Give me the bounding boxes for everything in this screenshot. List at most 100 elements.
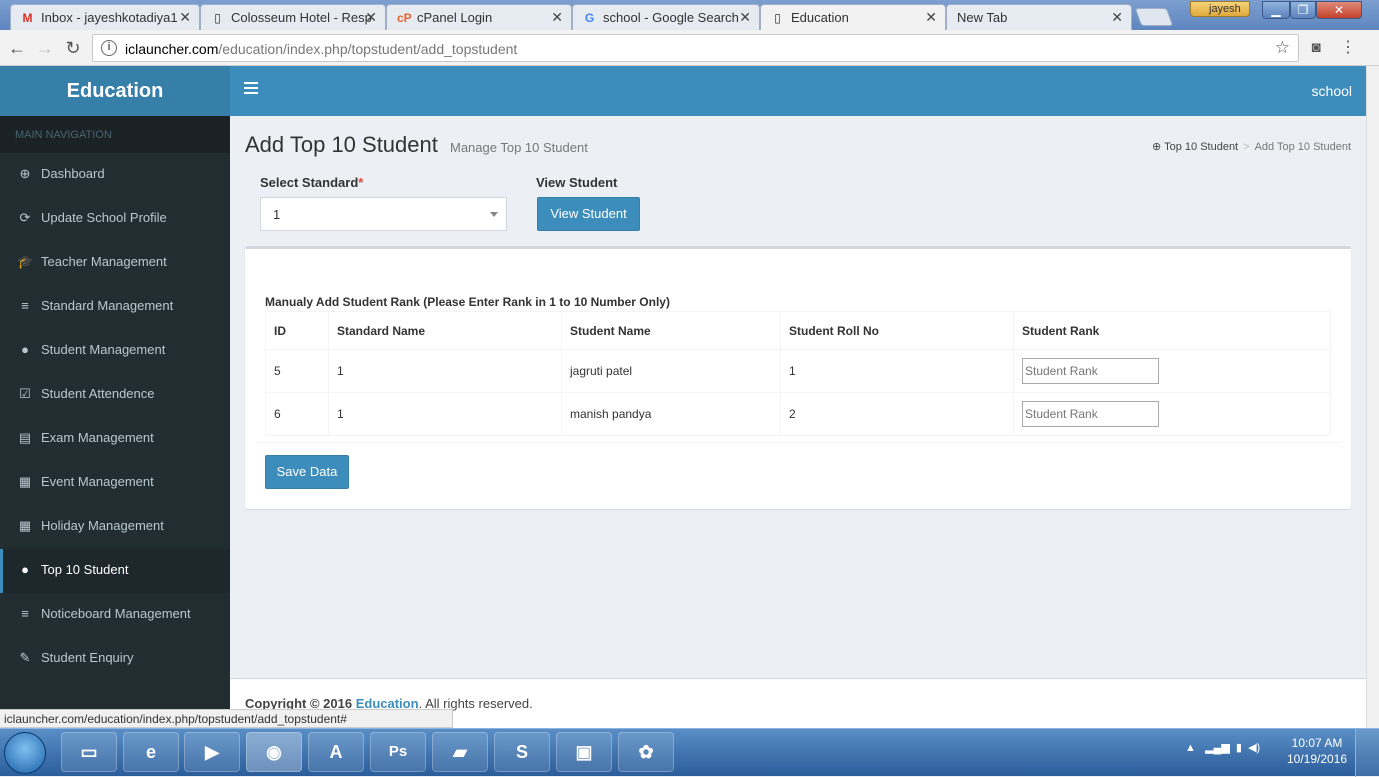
sidebar-item-noticeboard-management[interactable]: ≡ Noticeboard Management <box>0 593 230 637</box>
sidebar-item-update-school-profile[interactable]: ⟳ Update School Profile <box>0 197 230 241</box>
required-marker: * <box>358 175 364 190</box>
cell-roll-no: 1 <box>780 349 1014 393</box>
student-rank-input[interactable] <box>1022 358 1159 384</box>
skype-icon[interactable]: S <box>494 732 550 772</box>
sidebar-item-student-enquiry[interactable]: ✎ Student Enquiry <box>0 637 230 681</box>
google-icon: G <box>584 11 595 25</box>
url-host: iclauncher.com <box>125 41 219 57</box>
close-icon[interactable]: ✕ <box>925 9 937 26</box>
view-student-button[interactable]: View Student <box>537 197 640 231</box>
cell-student-name: manish pandya <box>561 392 781 436</box>
internet-explorer-icon[interactable]: e <box>123 732 179 772</box>
sidebar: MAIN NAVIGATION ⊕ Dashboard ⟳ Update Schoo… <box>0 116 230 728</box>
system-tray[interactable]: ▲ ▂▄▆ ▮ ◀) <box>1185 741 1260 754</box>
maximize-button[interactable]: ❐ <box>1290 1 1316 19</box>
select-standard-label: Select Standard* <box>260 175 363 190</box>
tab-cpanel[interactable]: cP cPanel Login ✕ <box>386 4 572 30</box>
app-logo[interactable]: Education <box>0 66 230 116</box>
back-arrow-icon[interactable]: ← <box>6 37 28 59</box>
student-rank-input[interactable] <box>1022 401 1159 427</box>
page-scrollbar[interactable] <box>1366 66 1379 728</box>
tab-education[interactable]: ▯ Education ✕ <box>760 4 946 31</box>
user-icon: ● <box>21 562 29 577</box>
table-header-row: ID Standard Name Student Name Student Ro… <box>265 311 1331 350</box>
sidebar-item-standard-management[interactable]: ≡ Standard Management <box>0 285 230 329</box>
network-signal-icon[interactable]: ▂▄▆ <box>1205 742 1230 754</box>
hamburger-menu-icon[interactable] <box>244 82 258 94</box>
sidebar-item-student-attendence[interactable]: ☑ Student Attendence <box>0 373 230 417</box>
android-studio-icon[interactable]: A <box>308 732 364 772</box>
save-data-button[interactable]: Save Data <box>265 455 349 489</box>
photoshop-icon[interactable]: Ps <box>370 732 426 772</box>
battery-icon[interactable]: ▮ <box>1236 742 1242 754</box>
sidebar-item-student-management[interactable]: ● Student Management <box>0 329 230 373</box>
forward-arrow-icon[interactable]: → <box>34 37 56 59</box>
tab-title: Education <box>791 10 849 25</box>
clock-time: 10:07 AM <box>1291 736 1343 750</box>
calendar-icon: ▦ <box>18 518 32 533</box>
tab-inbox[interactable]: M Inbox - jayeshkotadiya1 ✕ <box>10 4 200 30</box>
chevron-up-icon[interactable]: ▲ <box>1185 742 1196 754</box>
info-icon[interactable]: i <box>101 40 117 56</box>
sidebar-item-label: Top 10 Student <box>41 562 129 577</box>
tab-new-tab[interactable]: New Tab ✕ <box>946 4 1132 30</box>
sidebar-item-label: Exam Management <box>41 430 154 445</box>
windows-taskbar: ▭ e ▶ ◉ A Ps ▰ S ▣ ✿ ▲ ▂▄▆ ▮ ◀) 10:07 AM… <box>0 728 1379 777</box>
browser-toolbar: ← → ↻ i iclauncher.com/education/index.p… <box>0 30 1379 66</box>
chevron-down-icon <box>490 212 498 217</box>
cpanel-icon: cP <box>397 11 412 25</box>
breadcrumb: ⊕ Top 10 Student > Add Top 10 Student <box>1152 140 1351 153</box>
paint-icon[interactable]: ✿ <box>618 732 674 772</box>
close-icon[interactable]: ✕ <box>1111 9 1123 26</box>
user-icon: ● <box>21 342 29 357</box>
menu-kebab-icon[interactable]: ⋮ <box>1337 37 1359 59</box>
sidebar-item-label: Holiday Management <box>41 518 164 533</box>
briefcase-icon: ▤ <box>18 430 32 445</box>
tab-google-search[interactable]: G school - Google Search ✕ <box>572 4 760 30</box>
media-player-icon[interactable]: ▶ <box>184 732 240 772</box>
file-explorer-icon[interactable]: ▭ <box>61 732 117 772</box>
browser-tab-bar: M Inbox - jayeshkotadiya1 ✕ ▯ Colosseum … <box>0 0 1379 31</box>
address-bar[interactable]: i iclauncher.com/education/index.php/top… <box>92 34 1299 62</box>
sidebar-header: MAIN NAVIGATION <box>0 116 230 153</box>
col-student-name: Student Name <box>561 311 781 350</box>
standard-select[interactable]: 1 <box>260 197 507 231</box>
sidebar-item-exam-management[interactable]: ▤ Exam Management <box>0 417 230 461</box>
close-icon[interactable]: ✕ <box>551 9 563 26</box>
close-window-button[interactable]: ✕ <box>1316 1 1362 19</box>
chrome-icon[interactable]: ◉ <box>246 732 302 772</box>
volume-icon[interactable]: ◀) <box>1248 742 1260 754</box>
sidebar-item-holiday-management[interactable]: ▦ Holiday Management <box>0 505 230 549</box>
sidebar-item-dashboard[interactable]: ⊕ Dashboard <box>0 153 230 197</box>
new-tab-button[interactable] <box>1134 8 1174 26</box>
cell-standard: 1 <box>328 349 562 393</box>
tab-colosseum[interactable]: ▯ Colosseum Hotel - Resp ✕ <box>200 4 386 30</box>
sidebar-item-label: Student Enquiry <box>41 650 134 665</box>
bookmark-star-icon[interactable]: ☆ <box>1275 38 1290 58</box>
sidebar-item-event-management[interactable]: ▦ Event Management <box>0 461 230 505</box>
taskbar-clock[interactable]: 10:07 AM 10/19/2016 <box>1282 735 1352 767</box>
table-row: 6 1 manish pandya 2 <box>265 392 1331 436</box>
user-menu[interactable]: school <box>1312 83 1352 99</box>
close-icon[interactable]: ✕ <box>179 9 191 26</box>
url-text: iclauncher.com/education/index.php/topst… <box>125 41 517 57</box>
minimize-button[interactable]: ▁ <box>1262 1 1290 19</box>
profile-chip[interactable]: jayesh <box>1190 1 1250 17</box>
breadcrumb-separator: > <box>1243 141 1250 153</box>
dashboard-icon: ⊕ <box>1152 141 1165 153</box>
tab-title: New Tab <box>957 10 1008 25</box>
sidebar-item-teacher-management[interactable]: 🎓 Teacher Management <box>0 241 230 285</box>
window-app-icon[interactable]: ▣ <box>556 732 612 772</box>
cell-id: 5 <box>265 349 329 393</box>
close-icon[interactable]: ✕ <box>365 9 377 26</box>
show-desktop-button[interactable] <box>1355 729 1379 777</box>
close-icon[interactable]: ✕ <box>739 9 751 26</box>
camera-icon[interactable]: ◙ <box>1305 37 1327 59</box>
windows-start-button[interactable] <box>4 732 46 774</box>
sidebar-item-label: Standard Management <box>41 298 174 313</box>
col-student-rank: Student Rank <box>1013 311 1331 350</box>
breadcrumb-link[interactable]: Top 10 Student <box>1164 141 1238 153</box>
sticky-notes-icon[interactable]: ▰ <box>432 732 488 772</box>
reload-icon[interactable]: ↻ <box>62 37 84 59</box>
sidebar-item-top-10-student[interactable]: ● Top 10 Student <box>0 549 230 593</box>
